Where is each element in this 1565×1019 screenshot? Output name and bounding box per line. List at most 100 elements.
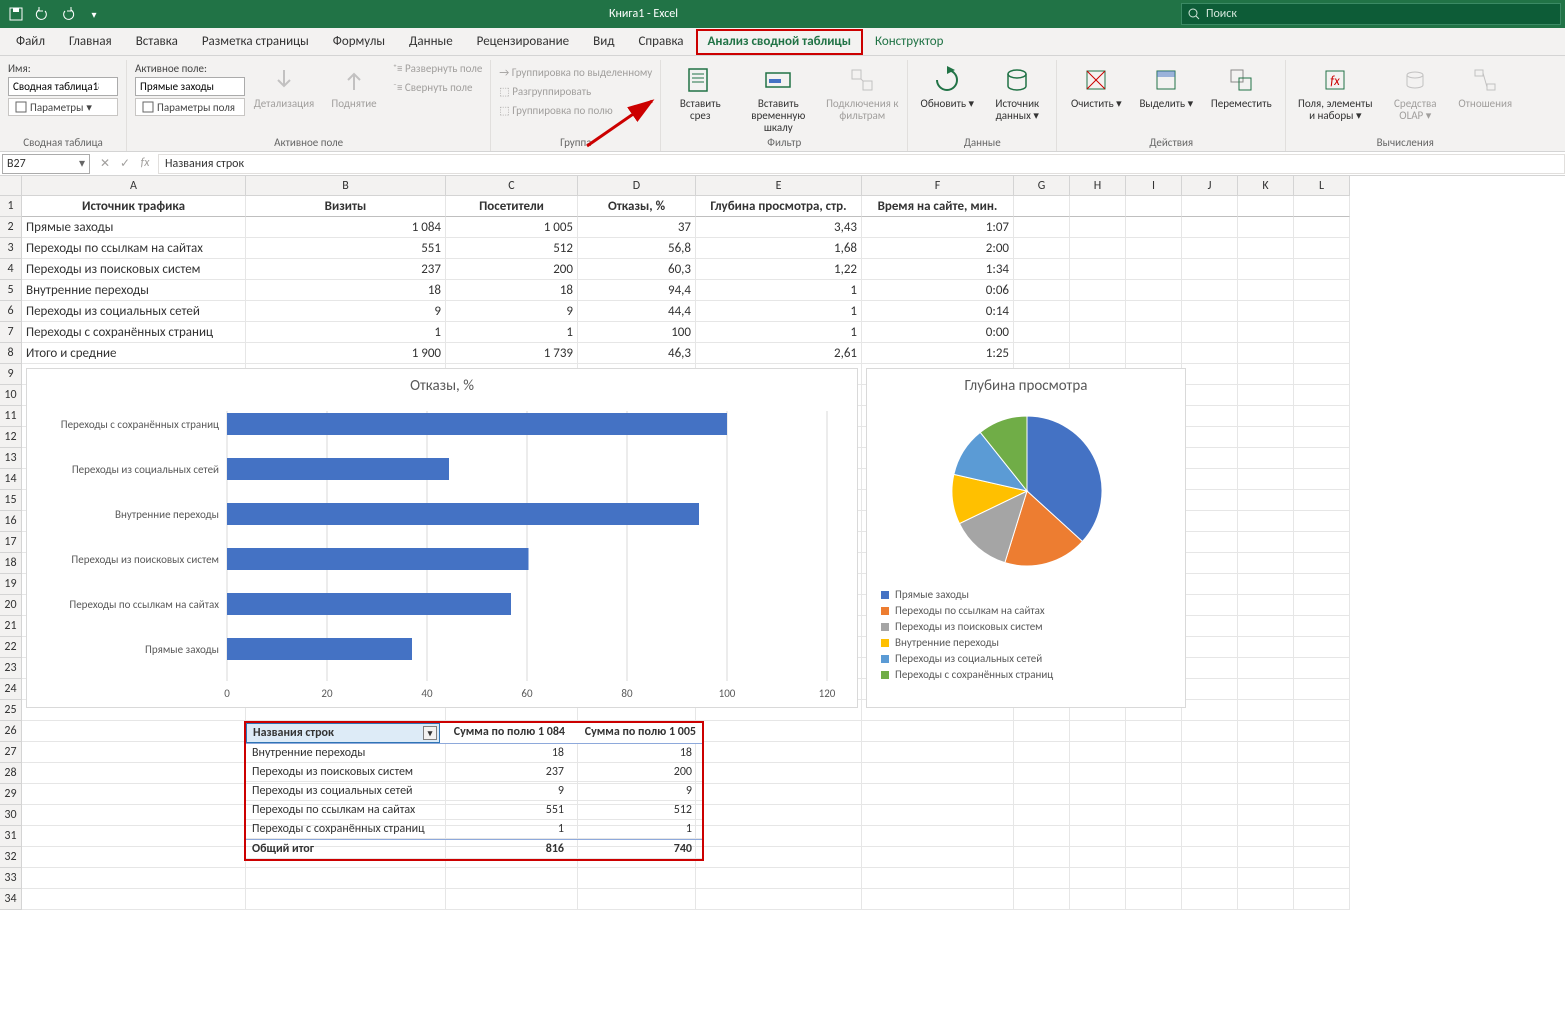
cell[interactable]: Глубина просмотра, стр. xyxy=(696,196,862,217)
tab-pivot-analyze[interactable]: Анализ сводной таблицы xyxy=(696,29,863,55)
pivot-name-input[interactable] xyxy=(8,77,118,96)
cell[interactable] xyxy=(1294,406,1350,427)
cell[interactable] xyxy=(1182,490,1238,511)
cell[interactable] xyxy=(1238,511,1294,532)
cell[interactable]: Переходы из поисковых систем xyxy=(22,259,246,280)
cell[interactable] xyxy=(22,784,246,805)
cell[interactable] xyxy=(1294,700,1350,721)
row-header[interactable]: 19 xyxy=(0,574,22,595)
row-header[interactable]: 16 xyxy=(0,511,22,532)
cell[interactable] xyxy=(1294,805,1350,826)
cell[interactable] xyxy=(1126,259,1182,280)
cell[interactable]: 1 084 xyxy=(246,217,446,238)
cell[interactable] xyxy=(1294,574,1350,595)
row-header[interactable]: 26 xyxy=(0,721,22,742)
cell[interactable]: 1 xyxy=(246,322,446,343)
cell[interactable] xyxy=(578,868,696,889)
cell[interactable] xyxy=(1238,868,1294,889)
row-header[interactable]: 2 xyxy=(0,217,22,238)
cell[interactable] xyxy=(22,868,246,889)
cell[interactable] xyxy=(1294,238,1350,259)
cell[interactable]: 1 xyxy=(446,322,578,343)
cell[interactable] xyxy=(1014,322,1070,343)
row-header[interactable]: 31 xyxy=(0,826,22,847)
cell[interactable] xyxy=(1070,217,1126,238)
cell[interactable] xyxy=(1126,805,1182,826)
cell[interactable] xyxy=(1294,364,1350,385)
name-box[interactable]: B27▾ xyxy=(2,154,90,174)
cell[interactable] xyxy=(696,784,862,805)
row-header[interactable]: 11 xyxy=(0,406,22,427)
row-header[interactable]: 15 xyxy=(0,490,22,511)
cell[interactable]: 2:00 xyxy=(862,238,1014,259)
cell[interactable] xyxy=(1238,490,1294,511)
cell[interactable] xyxy=(1294,616,1350,637)
cell[interactable] xyxy=(1238,385,1294,406)
pivot-cell[interactable]: 9 xyxy=(570,782,698,800)
field-settings-button[interactable]: Параметры поля xyxy=(135,98,245,116)
cell[interactable] xyxy=(246,889,446,910)
cell[interactable] xyxy=(1070,322,1126,343)
col-header[interactable]: G xyxy=(1014,176,1070,196)
chart-bar[interactable]: Отказы, %020406080100120Переходы с сохра… xyxy=(26,368,858,708)
cell[interactable] xyxy=(1238,238,1294,259)
cell[interactable] xyxy=(1294,637,1350,658)
cell[interactable] xyxy=(1238,280,1294,301)
chart-pie[interactable]: Глубина просмотраПрямые заходыПереходы п… xyxy=(866,368,1186,708)
cell[interactable] xyxy=(1294,868,1350,889)
cell[interactable] xyxy=(1014,217,1070,238)
cell[interactable] xyxy=(1070,280,1126,301)
cell[interactable] xyxy=(1126,763,1182,784)
cell[interactable] xyxy=(1238,616,1294,637)
cell[interactable] xyxy=(1294,826,1350,847)
pivot-cell[interactable]: 18 xyxy=(442,744,570,762)
tab-formulas[interactable]: Формулы xyxy=(321,29,397,55)
cell[interactable] xyxy=(1070,868,1126,889)
save-icon[interactable] xyxy=(4,2,28,26)
cell[interactable] xyxy=(1070,805,1126,826)
cell[interactable] xyxy=(862,721,1014,742)
cell[interactable] xyxy=(1126,742,1182,763)
cell[interactable] xyxy=(1014,259,1070,280)
col-header[interactable]: H xyxy=(1070,176,1126,196)
cell[interactable] xyxy=(1294,595,1350,616)
cell[interactable]: 94,4 xyxy=(578,280,696,301)
col-header[interactable]: L xyxy=(1294,176,1350,196)
cell[interactable] xyxy=(1182,616,1238,637)
cell[interactable] xyxy=(1294,196,1350,217)
row-header[interactable]: 27 xyxy=(0,742,22,763)
col-header[interactable]: J xyxy=(1182,176,1238,196)
data-source-button[interactable]: Источник данных ▾ xyxy=(986,62,1048,122)
cell[interactable] xyxy=(1294,259,1350,280)
select-all-corner[interactable] xyxy=(0,176,22,196)
fx-icon[interactable]: fx xyxy=(136,156,154,171)
cell[interactable] xyxy=(862,868,1014,889)
cell[interactable] xyxy=(1182,511,1238,532)
cell[interactable] xyxy=(1238,721,1294,742)
cell[interactable] xyxy=(1294,322,1350,343)
row-header[interactable]: 24 xyxy=(0,679,22,700)
undo-icon[interactable] xyxy=(30,2,54,26)
cell[interactable] xyxy=(1014,742,1070,763)
cell[interactable]: Визиты xyxy=(246,196,446,217)
cell[interactable] xyxy=(1294,763,1350,784)
pivot-options-button[interactable]: Параметры ▾ xyxy=(8,98,118,116)
cell[interactable] xyxy=(1182,553,1238,574)
cell[interactable] xyxy=(22,889,246,910)
cell[interactable]: 0:06 xyxy=(862,280,1014,301)
cell[interactable] xyxy=(1182,406,1238,427)
row-header[interactable]: 30 xyxy=(0,805,22,826)
cell[interactable] xyxy=(1070,889,1126,910)
cell[interactable] xyxy=(1182,364,1238,385)
cell[interactable] xyxy=(696,889,862,910)
cell[interactable]: 1:34 xyxy=(862,259,1014,280)
row-header[interactable]: 8 xyxy=(0,343,22,364)
cell[interactable] xyxy=(1182,868,1238,889)
row-header[interactable]: 17 xyxy=(0,532,22,553)
cell[interactable] xyxy=(1014,784,1070,805)
cell[interactable] xyxy=(1238,259,1294,280)
cell[interactable] xyxy=(1070,784,1126,805)
cell[interactable] xyxy=(1238,679,1294,700)
cell[interactable] xyxy=(1238,700,1294,721)
move-button[interactable]: Переместить xyxy=(1205,62,1277,110)
